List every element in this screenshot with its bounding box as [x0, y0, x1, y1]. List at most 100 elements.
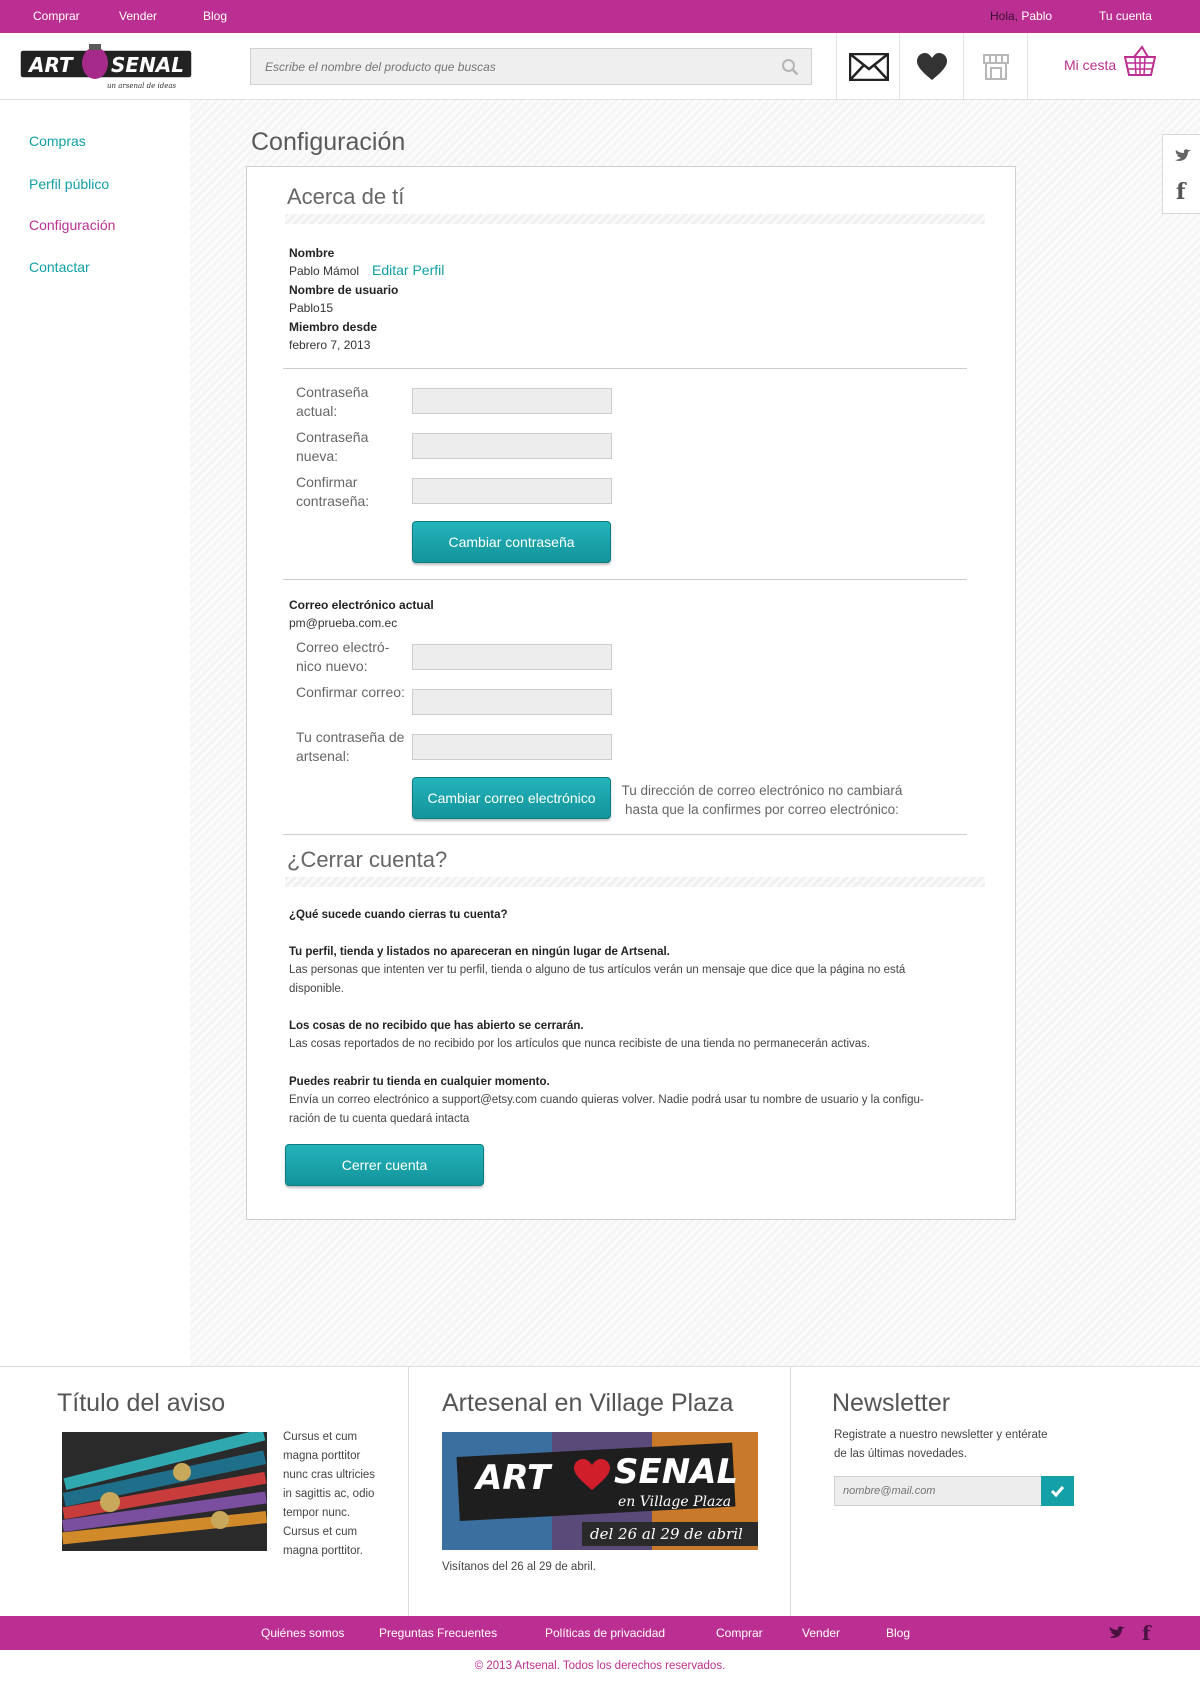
new-email-label: Correo electró-nico nuevo:	[296, 639, 390, 674]
newsletter-text: Registrate a nuestro newsletter y entéra…	[834, 1426, 1048, 1464]
facebook-icon[interactable]: f	[1176, 179, 1185, 205]
newsletter-submit-button[interactable]	[1041, 1476, 1074, 1506]
newsletter-email-input[interactable]	[835, 1477, 1041, 1505]
newsletter-line-2: de las últimas novedades.	[834, 1448, 967, 1460]
username-label: Nombre de usuario	[289, 283, 399, 297]
divider	[283, 834, 967, 835]
logo[interactable]: ART SENAL un arsenal de ideas	[19, 42, 197, 92]
cart-label: Mi cesta	[1064, 57, 1117, 73]
confirm-email-label: Confirmar correo:	[296, 684, 405, 700]
close-point-2-title: Los cosas de no recibido que has abierto…	[289, 1020, 584, 1032]
greeting: Hola, Pablo	[990, 9, 1052, 23]
settings-panel: Acerca de tí Nombre Pablo Mámol Editar P…	[246, 166, 1016, 1220]
event-banner-left: ART	[476, 1458, 551, 1498]
close-point-3-title: Puedes reabrir tu tienda en cualquier mo…	[289, 1076, 550, 1088]
logo-text-right: SENAL	[111, 53, 184, 77]
favorites-button[interactable]	[899, 33, 963, 100]
side-nav: Compras Perfil público Configuración Con…	[0, 100, 190, 1366]
sidenav-item-compras[interactable]: Compras	[29, 133, 86, 149]
username-value: Pablo15	[289, 301, 334, 315]
current-email-value: pm@prueba.com.ec	[289, 616, 398, 630]
bottom-bar: Quiénes somos Preguntas Frecuentes Polít…	[0, 1616, 1200, 1650]
current-password-input[interactable]	[412, 388, 612, 414]
header: ART SENAL un arsenal de ideas Escribe el…	[0, 33, 1200, 100]
close-point-2-line-1: Las cosas reportados de no recibido por …	[289, 1038, 871, 1050]
artsenal-password-label: Tu contraseña de artsenal:	[296, 729, 405, 764]
bracelets-image	[62, 1432, 267, 1551]
top-link-blog[interactable]: Blog	[203, 9, 227, 23]
close-account-button[interactable]: Cerrer cuenta	[285, 1144, 484, 1186]
footer-link-vender[interactable]: Vender	[802, 1626, 840, 1640]
logo-graphic: ART SENAL un arsenal de ideas	[19, 44, 193, 90]
close-question: ¿Qué sucede cuando cierras tu cuenta?	[289, 909, 508, 921]
search-icon[interactable]	[781, 58, 799, 76]
close-heading-band	[285, 877, 985, 887]
member-since-label: Miembro desde	[289, 320, 378, 334]
newsletter-line-1: Registrate a nuestro newsletter y entéra…	[834, 1429, 1048, 1441]
notice-line: nunc cras ultricies	[283, 1469, 376, 1481]
footer-link-comprar[interactable]: Comprar	[716, 1626, 763, 1640]
top-bar: Comprar Vender Blog Hola, Pablo Tu cuent…	[0, 0, 1200, 33]
new-password-input[interactable]	[412, 433, 612, 459]
shop-button[interactable]	[963, 33, 1027, 100]
close-point-2-text: Las cosas reportados de no recibido por …	[289, 1035, 979, 1054]
logo-text-left: ART	[27, 53, 74, 77]
notice-line: tempor nunc.	[283, 1507, 351, 1519]
copyright: © 2013 Artsenal. Todos los derechos rese…	[474, 1660, 726, 1672]
change-password-button[interactable]: Cambiar contraseña	[412, 521, 611, 563]
divider	[283, 368, 967, 369]
notice-line: Cursus et cum	[283, 1526, 358, 1538]
footer-link-quienes[interactable]: Quiénes somos	[261, 1626, 344, 1640]
close-point-1-line-1: Las personas que intenten ver tu perfil,…	[289, 964, 906, 976]
sidenav-item-configuracion[interactable]: Configuración	[29, 217, 115, 233]
event-banner[interactable]: ART SENAL en Village Plaza del 26 al 29 …	[442, 1432, 758, 1550]
email-note-line-2: hasta que la confirmes por correo electr…	[625, 802, 899, 817]
footer-link-blog[interactable]: Blog	[886, 1626, 910, 1640]
close-point-1-line-2: disponible.	[289, 983, 344, 995]
close-point-3-text: Envía un correo electrónico a support@et…	[289, 1091, 979, 1129]
email-note-line-1: Tu dirección de correo electrónico no ca…	[621, 783, 903, 798]
cart-button[interactable]: Mi cesta	[1027, 33, 1200, 100]
greeting-word: Hola,	[990, 9, 1019, 23]
event-caption: Visítanos del 26 al 29 de abril.	[442, 1561, 596, 1573]
notice-line: in sagittis ac, odio	[283, 1488, 375, 1500]
footer-divider	[790, 1366, 791, 1616]
footer-link-privacy[interactable]: Políticas de privacidad	[545, 1626, 665, 1640]
logo-tagline: un arsenal de ideas	[107, 82, 177, 90]
top-link-comprar[interactable]: Comprar	[33, 9, 80, 23]
about-heading: Acerca de tí	[287, 184, 405, 209]
facebook-icon[interactable]: f	[1142, 1621, 1151, 1645]
member-since-value: febrero 7, 2013	[289, 338, 371, 352]
footer-event-title: Artesenal en Village Plaza	[442, 1389, 734, 1417]
divider	[283, 579, 967, 580]
name-label: Nombre	[289, 246, 335, 260]
sidenav-item-perfil[interactable]: Perfil público	[29, 176, 109, 192]
close-point-3-line-1: Envía un correo electrónico a support@et…	[289, 1094, 924, 1106]
newsletter-title: Newsletter	[832, 1389, 951, 1417]
page-title: Configuración	[251, 128, 406, 156]
close-point-1-title: Tu perfil, tienda y listados no aparecer…	[289, 946, 670, 958]
top-link-vender[interactable]: Vender	[119, 9, 157, 23]
confirm-password-input[interactable]	[412, 478, 612, 504]
artsenal-password-input[interactable]	[412, 734, 612, 760]
search-input[interactable]	[251, 49, 771, 84]
new-email-input[interactable]	[412, 644, 612, 670]
footer-link-faq[interactable]: Preguntas Frecuentes	[379, 1626, 497, 1640]
footer-notice-text: Cursus et cum magna porttitor nunc cras …	[283, 1428, 375, 1561]
twitter-icon[interactable]	[1174, 149, 1192, 163]
edit-profile-link[interactable]: Editar Perfil	[372, 262, 444, 278]
event-banner-right: SENAL	[614, 1452, 739, 1492]
top-link-account[interactable]: Tu cuenta	[1099, 9, 1152, 23]
heart-icon	[916, 52, 947, 80]
confirm-email-input[interactable]	[412, 689, 612, 715]
notice-line: Cursus et cum	[283, 1431, 358, 1443]
basket-icon	[1124, 45, 1156, 76]
sidenav-item-contactar[interactable]: Contactar	[29, 259, 90, 275]
twitter-icon[interactable]	[1108, 1626, 1126, 1640]
messages-button[interactable]	[836, 33, 900, 100]
confirm-password-label: Confirmar contraseña:	[296, 474, 370, 509]
name-value: Pablo Mámol	[289, 264, 360, 278]
shop-icon	[982, 53, 1009, 80]
close-point-3-line-2: ración de tu cuenta quedará intacta	[289, 1113, 470, 1125]
change-email-button[interactable]: Cambiar correo electrónico	[412, 777, 611, 819]
